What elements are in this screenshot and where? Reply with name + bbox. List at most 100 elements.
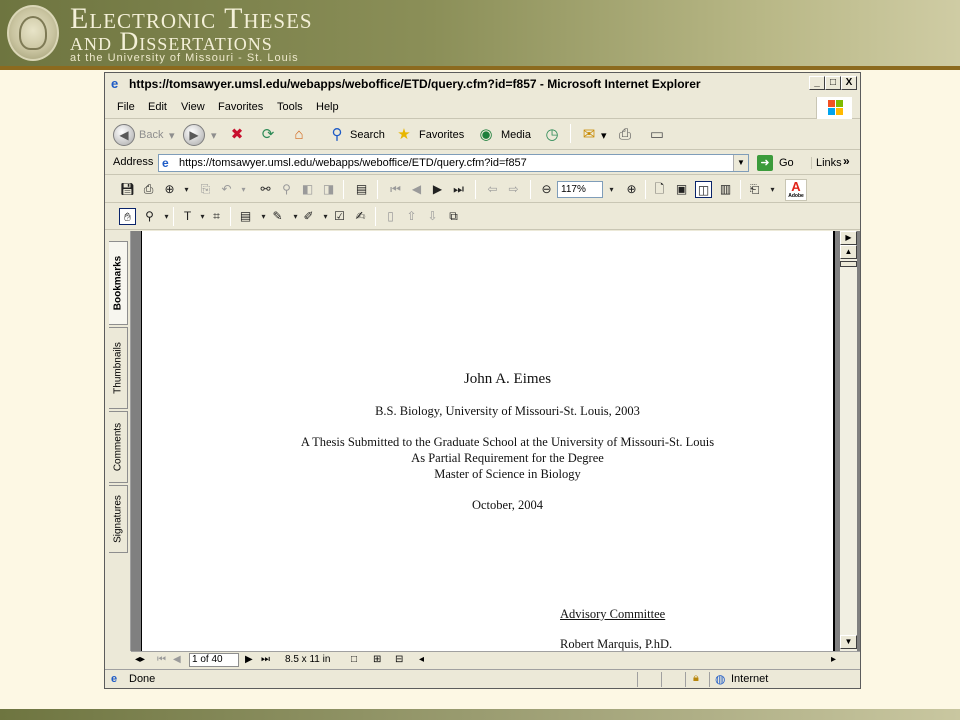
tab-bookmarks[interactable]: Bookmarks	[109, 241, 128, 325]
split-toggle-icon[interactable]: ◂▸	[135, 653, 145, 667]
title-bar: e https://tomsawyer.umsl.edu/webapps/web…	[105, 73, 860, 95]
maximize-button[interactable]: □	[825, 76, 841, 90]
scroll-down-arrow-icon[interactable]: ▼	[840, 635, 857, 649]
vertical-scrollbar[interactable]: ▶ ▲ ▼	[840, 231, 857, 651]
note-tool-icon[interactable]: ▤	[237, 208, 254, 225]
close-button[interactable]: X	[841, 76, 857, 90]
menu-help[interactable]: Help	[316, 101, 339, 113]
go-forward-icon[interactable]: ⇨	[505, 181, 522, 198]
hscroll-right-icon[interactable]: ▸	[831, 653, 836, 667]
copy-icon[interactable]: ⎘	[197, 181, 214, 198]
links-button[interactable]: Links	[811, 157, 842, 169]
undo-dropdown-icon[interactable]: ▾	[235, 181, 252, 198]
zoom-in-icon[interactable]: ⊕	[623, 181, 640, 198]
forward-arrow-icon[interactable]: ▶	[183, 124, 205, 146]
menu-favorites[interactable]: Favorites	[218, 101, 263, 113]
go-arrow-icon[interactable]: ➜	[757, 155, 773, 171]
page-number-field[interactable]: 1 of 40	[189, 653, 239, 667]
address-url[interactable]: https://tomsawyer.umsl.edu/webapps/webof…	[179, 157, 527, 169]
history-icon[interactable]: ◷	[542, 125, 562, 145]
fit-width-icon[interactable]: ◫	[695, 181, 712, 198]
media-button-label[interactable]: Media	[501, 129, 531, 141]
favorites-star-icon[interactable]: ★	[394, 125, 414, 145]
last-page-icon[interactable]: ⏭	[450, 181, 467, 198]
facing-icon[interactable]: ⊟	[395, 653, 403, 667]
menu-edit[interactable]: Edit	[148, 101, 167, 113]
menu-view[interactable]: View	[181, 101, 205, 113]
email-dropdown-icon[interactable]: ▾	[178, 181, 195, 198]
print-icon[interactable]: ⎙	[140, 181, 157, 198]
form-icon[interactable]: ☑	[331, 208, 348, 225]
next-page-icon[interactable]: ▶	[429, 181, 446, 198]
previous-page-icon[interactable]: ◀	[408, 181, 425, 198]
scroll-thumb[interactable]	[840, 261, 857, 267]
stop-icon[interactable]: ✖	[227, 125, 247, 145]
email-icon[interactable]: ⊕	[161, 181, 178, 198]
tab-signatures-label: Signatures	[112, 495, 124, 543]
menu-file[interactable]: File	[117, 101, 135, 113]
address-dropdown-icon[interactable]: ▼	[733, 155, 748, 171]
address-input[interactable]: e https://tomsawyer.umsl.edu/webapps/web…	[158, 154, 749, 172]
scroll-up-icon[interactable]: ▶	[840, 231, 857, 245]
highlight-icon[interactable]: ✐	[300, 208, 317, 225]
search-button-label[interactable]: Search	[350, 129, 385, 141]
ebook-icon-1[interactable]: ▯	[382, 208, 399, 225]
menu-tools[interactable]: Tools	[277, 101, 303, 113]
previous-page-small-icon[interactable]: ◀	[173, 653, 181, 667]
scroll-up-arrow-icon[interactable]: ▲	[840, 245, 857, 259]
snapshot-icon[interactable]: ⌗	[208, 208, 225, 225]
zoom-out-icon[interactable]: ⊖	[538, 181, 555, 198]
print-icon[interactable]: ⎙	[615, 125, 635, 145]
hand-tool-icon[interactable]: ✋︎	[119, 208, 136, 225]
next-page-small-icon[interactable]: ▶	[245, 653, 253, 667]
zoom-level-input[interactable]: 117%	[557, 181, 603, 198]
back-arrow-icon[interactable]: ◀	[113, 124, 135, 146]
zoom-tool-icon[interactable]: ⚲	[141, 208, 158, 225]
favorites-button-label[interactable]: Favorites	[419, 129, 464, 141]
pencil-icon[interactable]: ✎	[269, 208, 286, 225]
actual-size-icon[interactable]: 🗋︎	[651, 181, 668, 198]
single-page-icon[interactable]: □	[351, 653, 357, 667]
tab-signatures[interactable]: Signatures	[109, 485, 128, 553]
previous-view-icon[interactable]: ◧	[299, 181, 316, 198]
links-chevron-icon[interactable]: »	[843, 154, 850, 168]
fit-page-icon[interactable]: ▣	[673, 181, 690, 198]
ebook-icon-2[interactable]: ⇧	[403, 208, 420, 225]
fit-visible-icon[interactable]: ▥	[717, 181, 734, 198]
ebook-icon-4[interactable]: ⧉	[445, 208, 462, 225]
adobe-logo-icon[interactable]: A Adobe	[785, 179, 807, 201]
minimize-button[interactable]: _	[809, 76, 825, 90]
navigation-pane-icon[interactable]: ▤	[353, 181, 370, 198]
rotate-dropdown-icon[interactable]: ▾	[764, 181, 781, 198]
save-icon[interactable]: 💾︎	[119, 181, 136, 198]
zoom-dropdown-icon[interactable]: ▾	[603, 181, 620, 198]
sign-icon[interactable]: ✍︎	[352, 208, 369, 225]
pdf-status-bar: ◂▸ ⏮ ◀ 1 of 40 ▶ ⏭ 8.5 x 11 in □ ⊞ ⊟ ◂ ▸	[131, 651, 860, 667]
rotate-view-icon[interactable]: ⎗	[746, 181, 763, 198]
first-page-icon[interactable]: ⏮	[387, 181, 404, 198]
first-page-small-icon[interactable]: ⏮	[157, 653, 166, 667]
next-view-icon[interactable]: ◨	[320, 181, 337, 198]
back-button-label[interactable]: Back	[139, 129, 163, 141]
hscroll-left-icon[interactable]: ◂	[419, 653, 424, 667]
tab-thumbnails[interactable]: Thumbnails	[109, 327, 128, 409]
tab-comments[interactable]: Comments	[109, 411, 128, 483]
media-icon[interactable]: ◉	[476, 125, 496, 145]
home-icon[interactable]: ⌂	[289, 125, 309, 145]
secure-lock-icon[interactable]: 🔒︎	[693, 672, 699, 685]
forward-dropdown-icon[interactable]: ▾	[211, 129, 217, 142]
search-icon[interactable]: ⚲	[327, 125, 347, 145]
undo-icon[interactable]: ↶	[218, 181, 235, 198]
last-page-small-icon[interactable]: ⏭	[261, 653, 270, 667]
mail-dropdown-icon[interactable]: ▾	[601, 129, 607, 142]
back-dropdown-icon[interactable]: ▾	[169, 129, 175, 142]
go-button[interactable]: Go	[779, 157, 794, 169]
continuous-icon[interactable]: ⊞	[373, 653, 381, 667]
edit-icon[interactable]: ▭	[647, 125, 667, 145]
mail-icon[interactable]: ✉	[579, 125, 599, 145]
go-back-icon[interactable]: ⇦	[484, 181, 501, 198]
find-binoculars-icon[interactable]: ⚯	[257, 181, 274, 198]
refresh-icon[interactable]: ⟳	[258, 125, 278, 145]
search-icon[interactable]: ⚲	[278, 181, 295, 198]
ebook-icon-3[interactable]: ⇩	[424, 208, 441, 225]
